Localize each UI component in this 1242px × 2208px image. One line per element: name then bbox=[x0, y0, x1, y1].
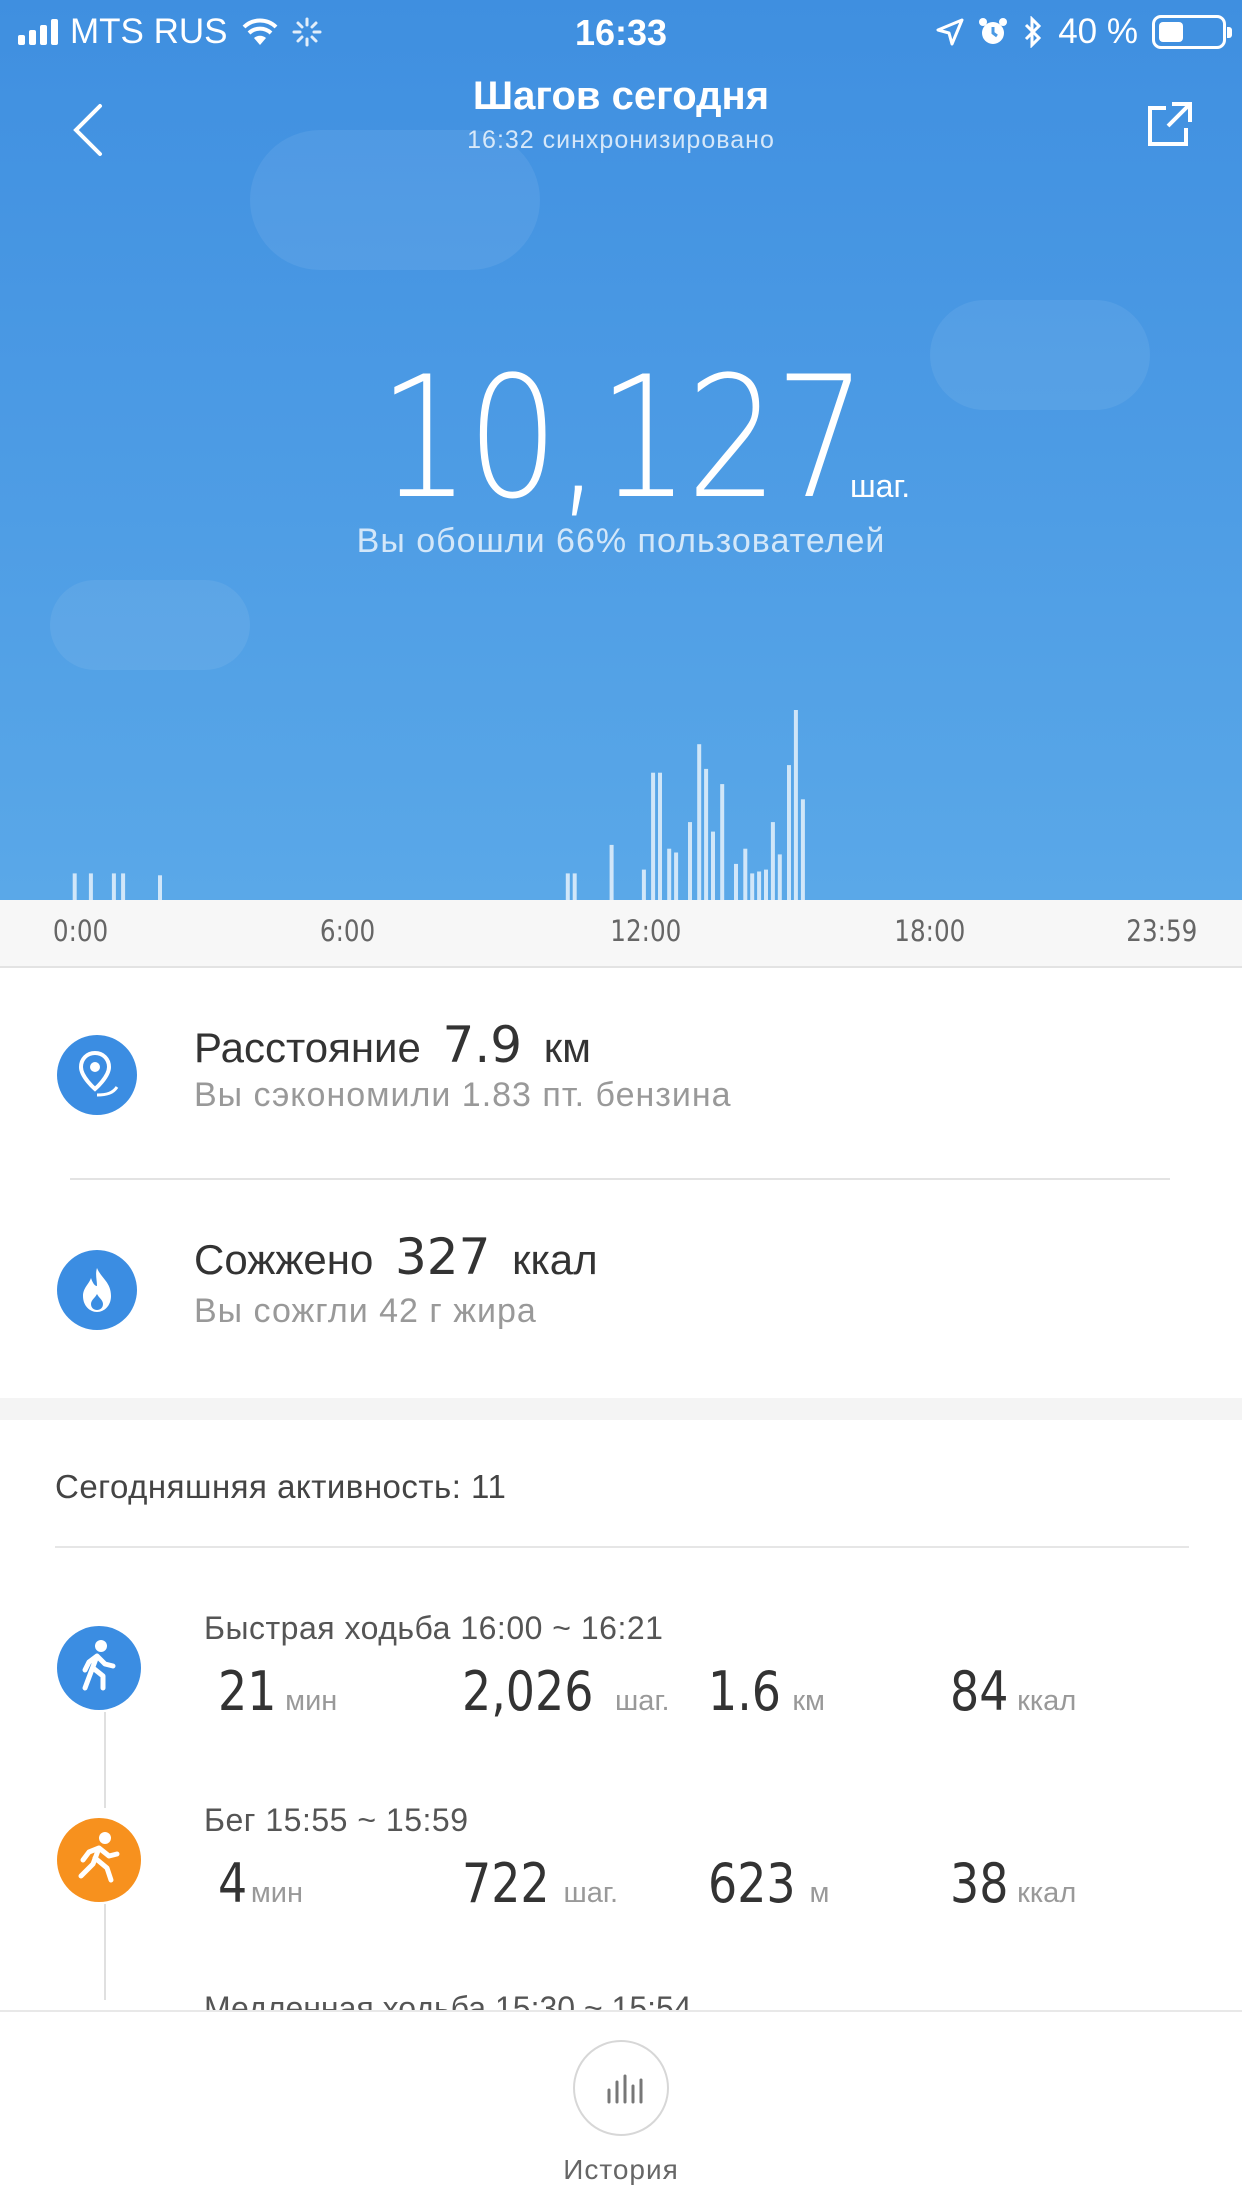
status-bar: MTS RUS 16:33 40 % bbox=[0, 0, 1242, 62]
steps-unit: шаг. bbox=[563, 1877, 619, 1909]
duration-value: 21 bbox=[218, 1660, 277, 1723]
step-bar bbox=[704, 768, 709, 900]
flame-icon bbox=[57, 1250, 137, 1330]
calories-line: Сожжено 327 ккал bbox=[194, 1228, 598, 1286]
walking-icon bbox=[57, 1626, 141, 1710]
share-icon[interactable] bbox=[1146, 100, 1194, 148]
duration-unit: мин bbox=[250, 1877, 303, 1909]
steps-count: 10,127 bbox=[378, 340, 867, 536]
step-bar bbox=[793, 710, 798, 900]
step-bar bbox=[72, 873, 77, 900]
steps-unit: шаг. bbox=[615, 1685, 670, 1717]
step-bar bbox=[158, 875, 162, 900]
step-bar bbox=[609, 844, 614, 900]
history-button[interactable] bbox=[573, 2040, 669, 2136]
distance-value: 1.6 bbox=[708, 1660, 782, 1723]
step-bar bbox=[787, 765, 791, 900]
distance-unit: км bbox=[543, 1024, 591, 1071]
time-axis-tick: 6:00 bbox=[319, 914, 376, 948]
battery-icon bbox=[1152, 15, 1232, 49]
step-bar bbox=[757, 871, 762, 900]
step-bar bbox=[770, 822, 775, 900]
step-bar bbox=[565, 873, 570, 900]
location-arrow-icon bbox=[936, 18, 964, 46]
calories-unit: ккал bbox=[1017, 1685, 1077, 1717]
calories-value: 327 bbox=[395, 1228, 491, 1286]
history-label[interactable]: История bbox=[0, 2154, 1242, 2186]
time-axis-tick: 23:59 bbox=[1126, 914, 1198, 948]
step-bar bbox=[777, 854, 782, 900]
running-icon bbox=[57, 1818, 141, 1902]
battery-percent: 40 % bbox=[1058, 12, 1138, 51]
calories-unit: ккал bbox=[512, 1236, 598, 1283]
divider bbox=[70, 1178, 1170, 1180]
divider bbox=[55, 1546, 1189, 1548]
step-bar bbox=[111, 873, 116, 900]
step-bar bbox=[800, 799, 805, 900]
activity-title: Медленная ходьба 15:30 ~ 15:54 bbox=[204, 1992, 692, 2012]
step-bar bbox=[750, 873, 755, 900]
duration-unit: мин bbox=[285, 1685, 338, 1717]
bluetooth-icon bbox=[1025, 16, 1042, 48]
distance-unit: км bbox=[792, 1685, 825, 1717]
hourly-steps-chart bbox=[72, 710, 805, 900]
alarm-icon bbox=[979, 18, 1008, 44]
duration-value: 4 bbox=[218, 1852, 248, 1915]
step-bar bbox=[88, 873, 93, 900]
step-bar bbox=[674, 852, 679, 900]
step-bar bbox=[764, 869, 768, 900]
bottom-bar: История bbox=[0, 2010, 1242, 2208]
steps-unit: шаг. bbox=[850, 468, 911, 504]
distance-value: 623 bbox=[708, 1852, 796, 1915]
calories-label: Сожжено bbox=[194, 1236, 374, 1283]
step-bar bbox=[743, 848, 748, 900]
step-bar bbox=[734, 863, 738, 900]
distance-unit: м bbox=[809, 1877, 830, 1909]
distance-stat[interactable]: Расстояние 7.9 км Вы сэкономили 1.83 пт.… bbox=[0, 968, 1242, 1168]
activity-title: Бег 15:55 ~ 15:59 bbox=[204, 1802, 469, 1838]
hero-header: MTS RUS 16:33 40 % Шагов сегодня 16:32 с… bbox=[0, 0, 1242, 900]
timeline-connector bbox=[104, 1904, 106, 2000]
step-bar bbox=[651, 772, 656, 900]
distance-value: 7.9 bbox=[442, 1016, 523, 1074]
steps-value: 2,026 bbox=[462, 1660, 594, 1723]
step-bar bbox=[711, 831, 715, 900]
activity-header: Сегодняшняя активность: 11 bbox=[55, 1468, 507, 1505]
steps-summary: 10,127 шаг. Вы обошли 66% пользователей bbox=[0, 340, 1242, 560]
time-axis-tick: 0:00 bbox=[52, 914, 109, 948]
step-bar bbox=[641, 869, 646, 900]
calories-value: 84 bbox=[950, 1660, 1009, 1723]
distance-line: Расстояние 7.9 км bbox=[194, 1016, 591, 1074]
step-bar bbox=[688, 822, 692, 900]
section-separator bbox=[0, 1398, 1242, 1420]
step-bar bbox=[658, 772, 662, 900]
step-bar bbox=[720, 784, 725, 900]
location-icon bbox=[57, 1035, 137, 1115]
bar-chart-icon bbox=[607, 2074, 643, 2104]
distance-label: Расстояние bbox=[194, 1024, 421, 1071]
calories-stat[interactable]: Сожжено 327 ккал Вы сожгли 42 г жира bbox=[0, 1182, 1242, 1382]
step-bar bbox=[572, 873, 577, 900]
time-axis: 0:00 6:00 12:00 18:00 23:59 bbox=[0, 900, 1242, 968]
activity-title: Быстрая ходьба 16:00 ~ 16:21 bbox=[204, 1610, 664, 1646]
steps-value: 722 bbox=[462, 1852, 550, 1915]
time-axis-tick: 18:00 bbox=[893, 914, 965, 948]
sync-status: 16:32 синхронизировано bbox=[467, 126, 775, 154]
timeline-connector bbox=[104, 1712, 106, 1808]
step-bar bbox=[667, 848, 672, 900]
step-bar bbox=[697, 744, 702, 900]
distance-note: Вы сэкономили 1.83 пт. бензина bbox=[194, 1076, 732, 1114]
time-axis-tick: 12:00 bbox=[610, 914, 682, 948]
step-bar bbox=[121, 873, 126, 900]
calories-note: Вы сожгли 42 г жира bbox=[194, 1292, 537, 1330]
calories-value: 38 bbox=[950, 1852, 1009, 1915]
page-title: Шагов сегодня bbox=[472, 74, 770, 118]
activity-title-partial[interactable]: Медленная ходьба 15:30 ~ 15:54 bbox=[204, 1992, 692, 2012]
calories-unit: ккал bbox=[1017, 1877, 1077, 1909]
steps-comparison: Вы обошли 66% пользователей bbox=[356, 522, 886, 560]
